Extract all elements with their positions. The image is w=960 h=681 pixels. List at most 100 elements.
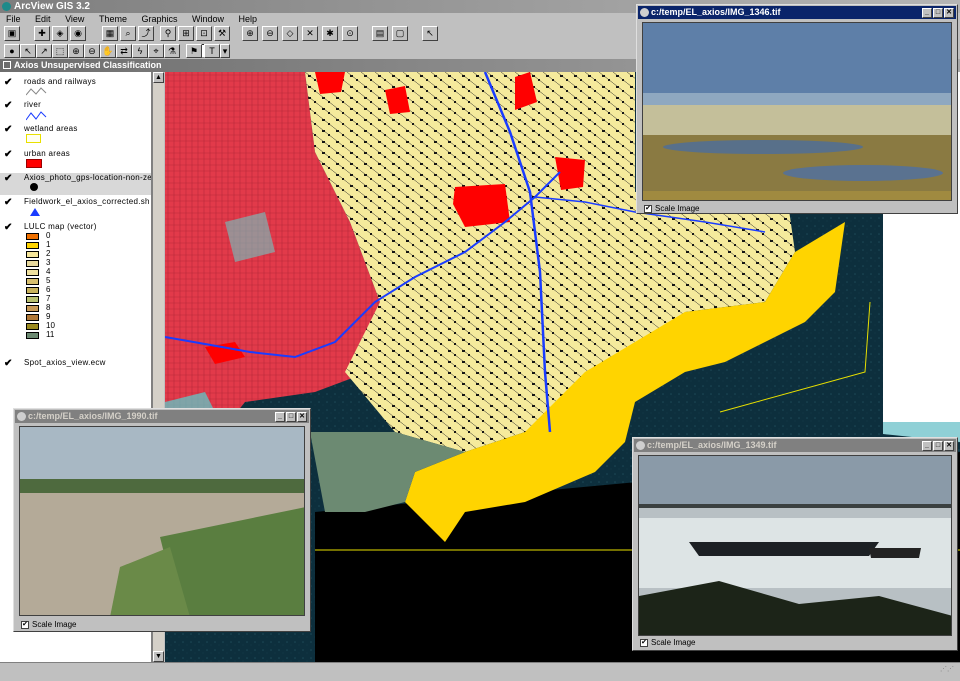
menu-edit[interactable]: Edit xyxy=(29,13,57,25)
close-icon[interactable]: ✕ xyxy=(297,412,307,422)
pan-hand-icon[interactable]: ✋ xyxy=(100,44,116,58)
class-swatch xyxy=(26,305,39,312)
close-icon[interactable]: ✕ xyxy=(944,8,954,18)
triangle-symbol-icon xyxy=(30,208,40,216)
menu-graphics[interactable]: Graphics xyxy=(135,13,183,25)
zoom-out-tool-icon[interactable]: ⊖ xyxy=(84,44,100,58)
minimize-icon[interactable]: _ xyxy=(275,412,285,422)
photo-boats-on-water xyxy=(639,456,951,635)
image-window-titlebar[interactable]: c:/temp/EL_axios/IMG_1349.tif _ □ ✕ xyxy=(634,439,956,452)
image-window-img-1346[interactable]: c:/temp/EL_axios/IMG_1346.tif _ □ ✕ ✔ Scale… xyxy=(636,4,958,214)
zoom-full-extent-icon[interactable]: ⊞ xyxy=(178,26,194,41)
measure-icon[interactable]: ⇄ xyxy=(116,44,132,58)
theme-wetland-areas[interactable]: ✔ wetland areas xyxy=(0,124,151,146)
checkbox-mark[interactable]: ✔ xyxy=(640,638,648,647)
checkbox-mark[interactable]: ✔ xyxy=(644,204,652,213)
photo-flock-on-wetland xyxy=(643,23,951,200)
image-window-icon xyxy=(640,8,649,17)
theme-urban-areas[interactable]: ✔ urban areas xyxy=(0,149,151,171)
print-icon[interactable]: ▢ xyxy=(392,26,408,41)
query-builder-icon[interactable]: ⚲ xyxy=(160,26,176,41)
zoom-previous-icon[interactable]: ◇ xyxy=(282,26,298,41)
add-theme-icon[interactable]: ✚ xyxy=(34,26,50,41)
pointer-icon[interactable]: ↖ xyxy=(20,44,36,58)
area-of-interest-icon[interactable]: ⌖ xyxy=(148,44,164,58)
visibility-checkbox[interactable]: ✔ xyxy=(4,359,14,369)
theme-name: LULC map (vector) xyxy=(24,222,97,231)
zoom-selected-icon[interactable]: ⚒ xyxy=(214,26,230,41)
zoom-active-themes-icon[interactable]: ⊡ xyxy=(196,26,212,41)
scale-image-checkbox[interactable]: ✔ Scale Image xyxy=(644,204,699,213)
identify-icon[interactable]: ● xyxy=(4,44,20,58)
text-tool-icon[interactable]: T xyxy=(204,44,220,58)
zoom-out-icon[interactable]: ⊖ xyxy=(262,26,278,41)
zoom-in-icon[interactable]: ⊕ xyxy=(242,26,258,41)
menu-file[interactable]: File xyxy=(0,13,27,25)
visibility-checkbox[interactable]: ✔ xyxy=(4,78,14,88)
theme-properties-icon[interactable]: ◈ xyxy=(52,26,68,41)
edit-legend-icon[interactable]: ◉ xyxy=(70,26,86,41)
scroll-up-icon[interactable]: ▲ xyxy=(153,72,164,83)
scale-image-checkbox[interactable]: ✔ Scale Image xyxy=(640,638,695,647)
visibility-checkbox[interactable]: ✔ xyxy=(4,150,14,160)
resize-grip-icon[interactable]: ⋰⋰ xyxy=(940,665,954,673)
theme-river[interactable]: ✔ river xyxy=(0,100,151,122)
class-label: 9 xyxy=(46,312,51,321)
clear-selection-icon[interactable]: ✱ xyxy=(322,26,338,41)
menu-theme[interactable]: Theme xyxy=(93,13,133,25)
menu-window[interactable]: Window xyxy=(186,13,230,25)
close-icon[interactable]: ✕ xyxy=(944,441,954,451)
status-bar: ⋰⋰ xyxy=(0,662,960,681)
theme-fieldwork[interactable]: ✔ Fieldwork_el_axios_corrected.sh xyxy=(0,197,151,219)
layout-icon[interactable]: ▤ xyxy=(372,26,388,41)
menu-help[interactable]: Help xyxy=(233,13,264,25)
image-window-img-1349[interactable]: c:/temp/EL_axios/IMG_1349.tif _ □ ✕ ✔ Scale… xyxy=(632,437,958,651)
image-window-titlebar[interactable]: c:/temp/EL_axios/IMG_1346.tif _ □ ✕ xyxy=(638,6,956,19)
zoom-in-tool-icon[interactable]: ⊕ xyxy=(68,44,84,58)
text-tool-dropdown-icon[interactable]: ▾ xyxy=(220,44,230,58)
maximize-icon[interactable]: □ xyxy=(933,8,943,18)
image-window-icon xyxy=(636,441,645,450)
select-features-icon[interactable]: ✕ xyxy=(302,26,318,41)
scale-image-label: Scale Image xyxy=(651,638,696,647)
draw-icon[interactable]: ⚗ xyxy=(164,44,180,58)
hotlink-icon[interactable]: ϟ xyxy=(132,44,148,58)
class-label: 10 xyxy=(46,321,55,330)
locate-address-icon[interactable]: ⤴ xyxy=(138,26,154,41)
theme-name: Axios_photo_gps-location-non-ze xyxy=(24,173,152,182)
theme-spot-image[interactable]: ✔ Spot_axios_view.ecw xyxy=(0,358,151,372)
image-window-img-1990[interactable]: c:/temp/EL_axios/IMG_1990.tif _ □ ✕ ✔ Scale… xyxy=(13,408,311,632)
vertex-edit-icon[interactable]: ↗ xyxy=(36,44,52,58)
scale-image-checkbox[interactable]: ✔ Scale Image xyxy=(21,620,76,629)
theme-lulc-map[interactable]: ✔ LULC map (vector) 0 1 2 3 4 5 6 7 8 9 … xyxy=(0,222,151,344)
select-feature-tool-icon[interactable]: ⬚ xyxy=(52,44,68,58)
minimize-icon[interactable]: _ xyxy=(922,8,932,18)
visibility-checkbox[interactable]: ✔ xyxy=(4,125,14,135)
class-label: 4 xyxy=(46,267,51,276)
promote-icon[interactable]: ⊙ xyxy=(342,26,358,41)
visibility-checkbox[interactable]: ✔ xyxy=(4,174,14,184)
help-pointer-icon[interactable]: ↖ xyxy=(422,26,438,41)
find-icon[interactable]: ⌕ xyxy=(120,26,136,41)
image-window-titlebar[interactable]: c:/temp/EL_axios/IMG_1990.tif _ □ ✕ xyxy=(15,410,309,423)
maximize-icon[interactable]: □ xyxy=(933,441,943,451)
class-label: 5 xyxy=(46,276,51,285)
class-swatch xyxy=(26,260,39,267)
save-project-icon[interactable]: ▣ xyxy=(4,26,20,41)
checkbox-mark[interactable]: ✔ xyxy=(21,620,29,629)
visibility-checkbox[interactable]: ✔ xyxy=(4,101,14,111)
open-table-icon[interactable]: ▦ xyxy=(102,26,118,41)
menu-view[interactable]: View xyxy=(59,13,90,25)
maximize-icon[interactable]: □ xyxy=(286,412,296,422)
label-tool-icon[interactable]: ⚑ xyxy=(186,44,202,58)
theme-name: wetland areas xyxy=(24,124,78,133)
class-swatch xyxy=(26,323,39,330)
theme-photo-gps-location[interactable]: ✔ Axios_photo_gps-location-non-ze xyxy=(0,173,152,195)
photo-dry-riverbed xyxy=(20,427,304,615)
field-photo xyxy=(642,22,952,201)
visibility-checkbox[interactable]: ✔ xyxy=(4,198,14,208)
theme-roads-railways[interactable]: ✔ roads and railways xyxy=(0,77,151,99)
visibility-checkbox[interactable]: ✔ xyxy=(4,223,14,233)
scroll-down-icon[interactable]: ▼ xyxy=(153,651,164,662)
minimize-icon[interactable]: _ xyxy=(922,441,932,451)
